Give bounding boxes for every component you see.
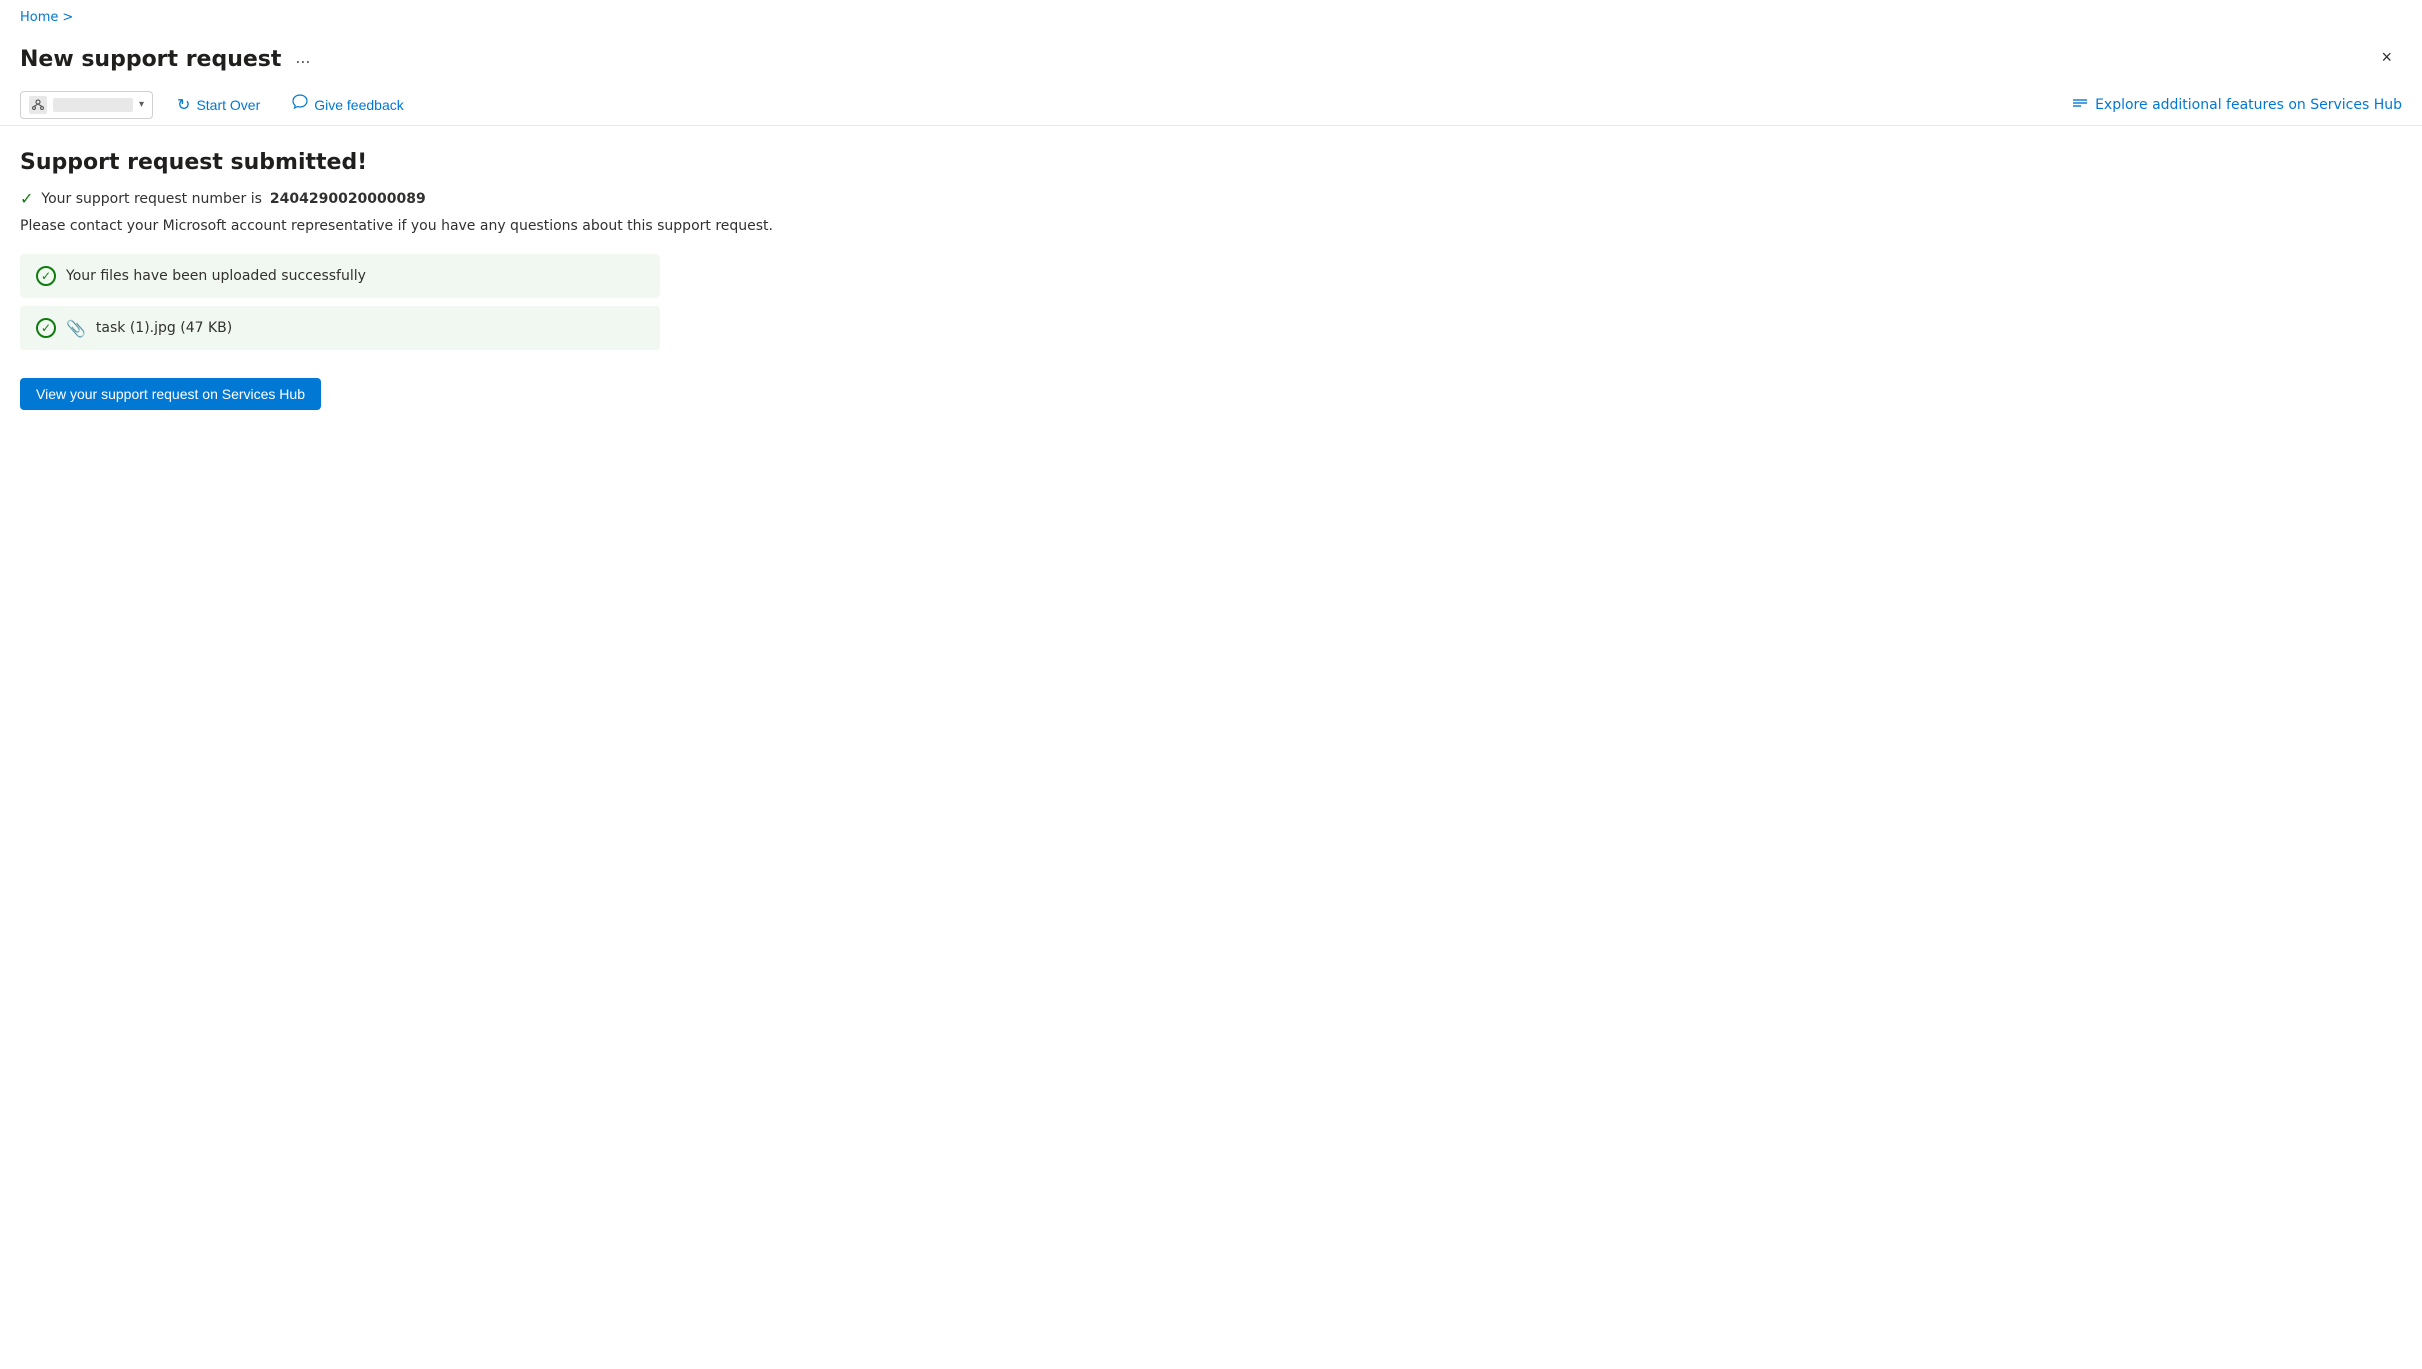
- page-header: New support request ... ×: [0, 31, 2422, 84]
- explore-icon: [2071, 94, 2089, 116]
- start-over-label: Start Over: [196, 97, 260, 113]
- file-name: task (1).jpg (47 KB): [96, 320, 232, 336]
- close-button[interactable]: ×: [2371, 41, 2402, 74]
- explore-label: Explore additional features on Services …: [2095, 97, 2402, 113]
- upload-success-icon: ✓: [36, 266, 56, 286]
- breadcrumb-home[interactable]: Home: [20, 10, 58, 25]
- paperclip-icon: 📎: [66, 319, 86, 338]
- toolbar: ▾ ↻ Start Over Give feedback Explore add…: [0, 84, 2422, 126]
- explore-area: Explore additional features on Services …: [2071, 94, 2402, 116]
- success-checkmark: ✓: [20, 189, 33, 208]
- ellipsis-button[interactable]: ...: [289, 45, 316, 70]
- file-row: ✓ 📎 task (1).jpg (47 KB): [36, 318, 644, 338]
- give-feedback-label: Give feedback: [314, 97, 404, 113]
- explore-link[interactable]: Explore additional features on Services …: [2071, 94, 2402, 116]
- file-box: ✓ 📎 task (1).jpg (47 KB): [20, 306, 660, 350]
- view-support-request-button[interactable]: View your support request on Services Hu…: [20, 378, 321, 410]
- file-success-icon: ✓: [36, 318, 56, 338]
- scope-selector[interactable]: ▾: [20, 91, 153, 119]
- upload-success-row: ✓ Your files have been uploaded successf…: [36, 266, 644, 286]
- upload-success-message: Your files have been uploaded successful…: [66, 268, 366, 284]
- title-area: New support request ...: [20, 39, 316, 76]
- chevron-down-icon: ▾: [139, 99, 144, 110]
- feedback-icon: [292, 94, 308, 115]
- network-icon: [29, 96, 47, 114]
- give-feedback-button[interactable]: Give feedback: [284, 90, 412, 119]
- breadcrumb: Home >: [0, 0, 2422, 31]
- request-number: 2404290020000089: [270, 191, 426, 207]
- page-title: New support request: [20, 39, 281, 76]
- request-number-prefix: Your support request number is: [41, 191, 261, 207]
- breadcrumb-separator: >: [62, 10, 73, 25]
- selector-text: [53, 98, 133, 112]
- start-over-button[interactable]: ↻ Start Over: [169, 91, 268, 119]
- request-number-row: ✓ Your support request number is 2404290…: [20, 189, 2402, 208]
- upload-success-box: ✓ Your files have been uploaded successf…: [20, 254, 660, 298]
- success-title: Support request submitted!: [20, 150, 2402, 175]
- refresh-icon: ↻: [177, 95, 190, 115]
- contact-text: Please contact your Microsoft account re…: [20, 218, 2402, 234]
- main-content: Support request submitted! ✓ Your suppor…: [0, 126, 2422, 434]
